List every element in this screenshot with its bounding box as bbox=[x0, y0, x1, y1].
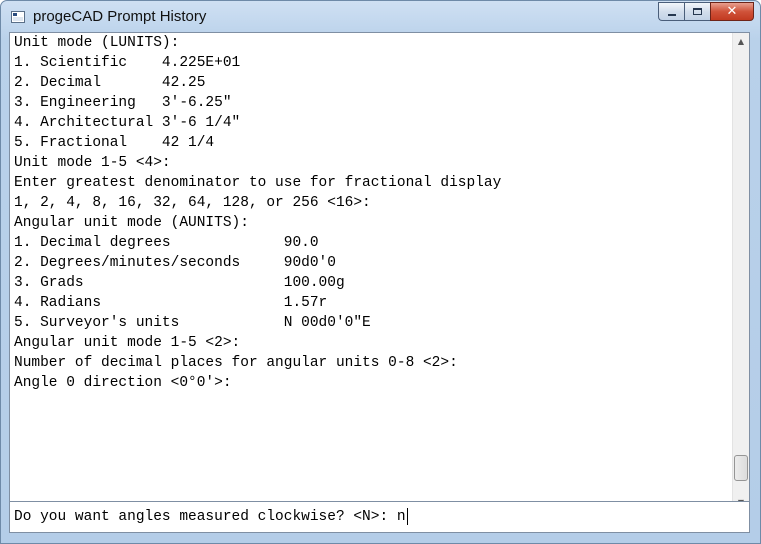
scrollbar-thumb[interactable] bbox=[734, 455, 748, 482]
history-line: Angle 0 direction <0°0'>: bbox=[14, 375, 232, 391]
history-line: Enter greatest denominator to use for fr… bbox=[14, 175, 502, 191]
history-line: Angular unit mode 1-5 <2>: bbox=[14, 335, 241, 351]
close-icon: ✕ bbox=[726, 4, 738, 19]
scroll-up-button[interactable]: ▲ bbox=[733, 33, 749, 50]
prompt-text: Do you want angles measured clockwise? <… bbox=[14, 509, 406, 525]
history-line: 1, 2, 4, 8, 16, 32, 64, 128, or 256 <16>… bbox=[14, 195, 371, 211]
close-button[interactable]: ✕ bbox=[710, 2, 754, 21]
history-line: 4. Architectural 3'-6 1/4" bbox=[14, 115, 241, 131]
maximize-icon bbox=[693, 8, 702, 15]
title-bar[interactable]: progeCAD Prompt History ✕ bbox=[1, 1, 760, 32]
vertical-scrollbar[interactable]: ▲ ▼ bbox=[732, 33, 749, 511]
minimize-icon bbox=[667, 13, 676, 16]
arrow-up-icon: ▲ bbox=[737, 37, 745, 46]
history-text[interactable]: Unit mode (LUNITS): 1. Scientific 4.225E+… bbox=[10, 33, 733, 511]
text-caret bbox=[406, 507, 408, 525]
window-title: progeCAD Prompt History bbox=[33, 8, 207, 25]
app-icon bbox=[11, 11, 25, 23]
history-line: 1. Scientific 4.225E+01 bbox=[14, 55, 241, 71]
history-line: Number of decimal places for angular uni… bbox=[14, 355, 458, 371]
history-line: Unit mode 1-5 <4>: bbox=[14, 155, 171, 171]
history-line: 2. Decimal 42.25 bbox=[14, 75, 206, 91]
window-controls: ✕ bbox=[658, 2, 754, 22]
history-line: 5. Fractional 42 1/4 bbox=[14, 135, 215, 151]
history-line: 5. Surveyor's units N 00d0'0"E bbox=[14, 315, 371, 331]
history-line: 2. Degrees/minutes/seconds 90d0'0 bbox=[14, 255, 336, 271]
history-line: 3. Engineering 3'-6.25" bbox=[14, 95, 232, 111]
history-line: Unit mode (LUNITS): bbox=[14, 35, 180, 51]
maximize-button[interactable] bbox=[684, 2, 710, 21]
history-line: 4. Radians 1.57r bbox=[14, 295, 328, 311]
history-line: Angular unit mode (AUNITS): bbox=[14, 215, 249, 231]
minimize-button[interactable] bbox=[658, 2, 684, 21]
history-line: 1. Decimal degrees 90.0 bbox=[14, 235, 319, 251]
command-prompt-input[interactable]: Do you want angles measured clockwise? <… bbox=[9, 501, 750, 533]
history-panel: Unit mode (LUNITS): 1. Scientific 4.225E+… bbox=[9, 32, 750, 512]
prompt-history-window: progeCAD Prompt History ✕ Unit mode (LUN… bbox=[0, 0, 761, 544]
history-line: 3. Grads 100.00g bbox=[14, 275, 345, 291]
